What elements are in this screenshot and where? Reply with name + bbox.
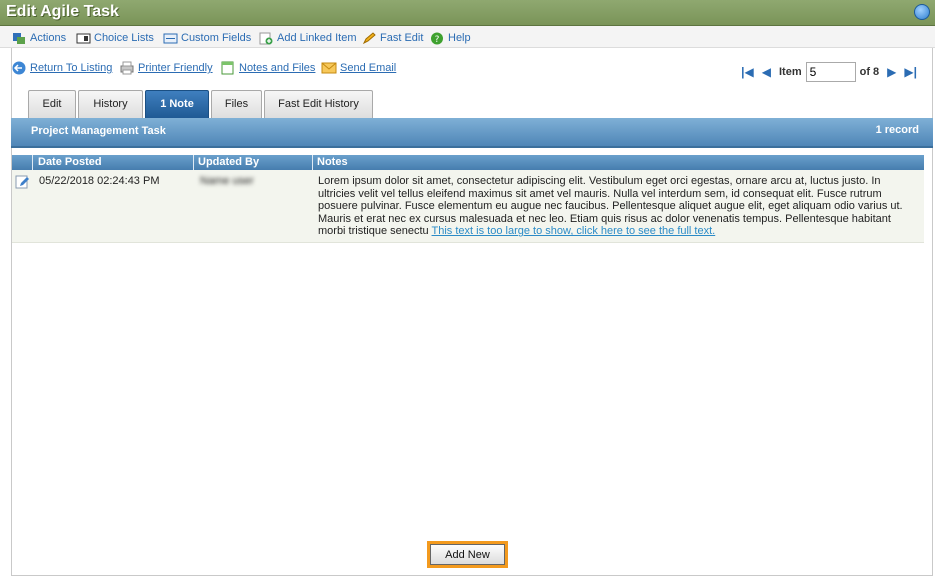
item-number-input[interactable] — [805, 62, 856, 82]
column-updated-by[interactable]: Updated By — [198, 156, 259, 168]
help-label: Help — [448, 32, 471, 44]
tab-files[interactable]: Files — [211, 90, 262, 118]
date-posted-cell: 05/22/2018 02:24:43 PM — [39, 175, 160, 187]
title-bar: Edit Agile Task — [0, 0, 935, 26]
column-separator — [312, 155, 313, 170]
tab-history[interactable]: History — [78, 90, 143, 118]
svg-text:?: ? — [435, 35, 440, 45]
choice-lists-menu[interactable]: Choice Lists — [76, 30, 154, 46]
return-to-listing-label: Return To Listing — [30, 62, 113, 74]
add-new-highlight: Add New — [427, 541, 508, 568]
help-menu[interactable]: ? Help — [430, 30, 471, 46]
tab-edit[interactable]: Edit — [28, 90, 76, 118]
column-separator — [193, 155, 194, 170]
notes-grid: Date Posted Updated By Notes 05/22/2018 … — [12, 155, 924, 243]
toolbar: Actions Choice Lists Custom Fields Add L… — [0, 26, 935, 48]
column-date-posted[interactable]: Date Posted — [38, 156, 102, 168]
actions-menu[interactable]: Actions — [12, 30, 66, 46]
add-linked-item-menu[interactable]: Add Linked Item — [259, 30, 357, 46]
back-arrow-icon — [12, 61, 26, 75]
actions-icon — [13, 32, 25, 44]
previous-record-icon[interactable]: ◀ — [762, 65, 771, 79]
grid-header: Date Posted Updated By Notes — [12, 155, 924, 170]
next-record-icon[interactable]: ▶ — [887, 65, 896, 79]
section-title: Project Management Task — [31, 125, 166, 137]
add-linked-item-label: Add Linked Item — [277, 32, 357, 44]
notes-and-files-link[interactable]: Notes and Files — [220, 61, 315, 75]
tab-fast-edit-history[interactable]: Fast Edit History — [264, 90, 373, 118]
help-icon: ? — [431, 32, 443, 45]
fields-icon — [163, 33, 178, 43]
item-total-label: of 8 — [859, 66, 880, 78]
column-separator — [32, 155, 33, 170]
printer-friendly-link[interactable]: Printer Friendly — [119, 61, 213, 75]
last-record-icon[interactable]: ▶| — [904, 65, 917, 79]
printer-friendly-label: Printer Friendly — [138, 62, 213, 74]
window-title: Edit Agile Task — [6, 3, 119, 20]
choice-lists-label: Choice Lists — [94, 32, 154, 44]
fast-edit-menu[interactable]: Fast Edit — [362, 30, 423, 46]
show-full-text-link[interactable]: This text is too large to show, click he… — [432, 225, 716, 237]
return-to-listing-link[interactable]: Return To Listing — [11, 61, 112, 75]
notes-cell: Lorem ipsum dolor sit amet, consectetur … — [318, 175, 908, 238]
send-email-link[interactable]: Send Email — [321, 61, 396, 75]
notes-icon — [221, 61, 234, 75]
send-email-label: Send Email — [340, 62, 397, 74]
item-label: Item — [778, 66, 802, 78]
actions-label: Actions — [30, 32, 67, 44]
record-count: 1 record — [875, 124, 919, 136]
list-icon — [76, 33, 91, 43]
updated-by-cell: Name user — [200, 175, 254, 187]
refresh-icon[interactable] — [914, 4, 930, 20]
envelope-icon — [321, 62, 337, 74]
column-notes[interactable]: Notes — [317, 156, 348, 168]
notes-and-files-label: Notes and Files — [239, 62, 316, 74]
printer-icon — [120, 61, 134, 75]
custom-fields-menu[interactable]: Custom Fields — [163, 30, 251, 46]
add-new-button[interactable]: Add New — [430, 544, 505, 565]
table-row[interactable]: 05/22/2018 02:24:43 PM Name user Lorem i… — [12, 170, 924, 243]
record-pager: |◀ ◀ Item of 8 ▶ ▶| — [737, 62, 921, 82]
add-link-icon — [259, 32, 273, 44]
tab-notes[interactable]: 1 Note — [145, 90, 209, 118]
pencil-icon — [362, 31, 376, 44]
fast-edit-label: Fast Edit — [380, 32, 424, 44]
edit-note-icon[interactable] — [15, 175, 30, 189]
custom-fields-label: Custom Fields — [181, 32, 252, 44]
first-record-icon[interactable]: |◀ — [741, 65, 754, 79]
section-header: Project Management Task 1 record — [11, 118, 933, 148]
